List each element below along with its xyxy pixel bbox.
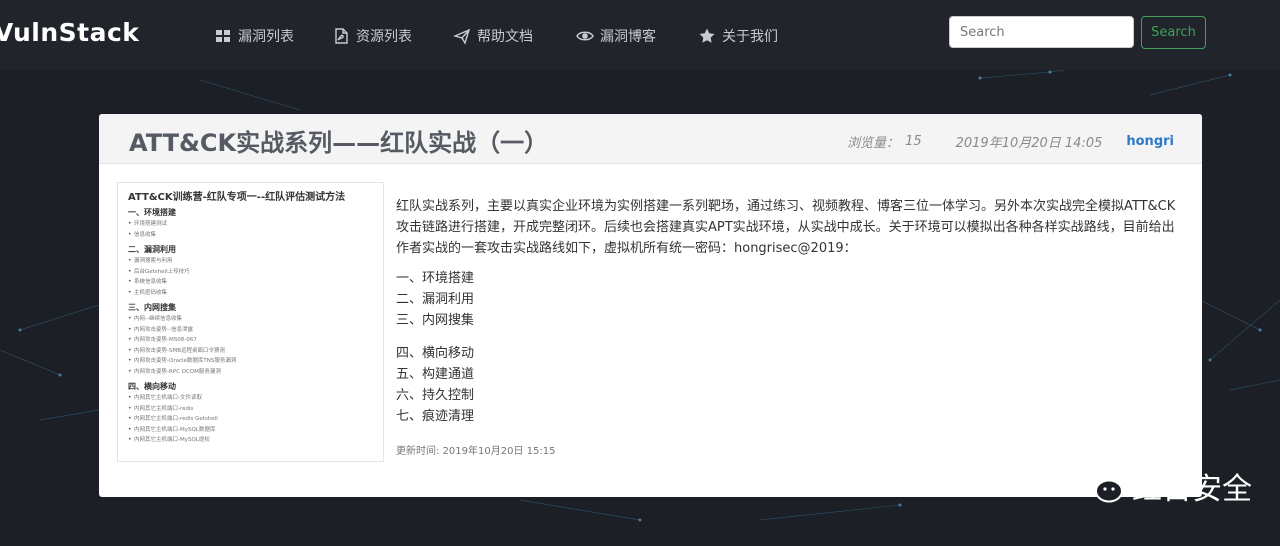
nav-item-vuln-blog[interactable]: 漏洞博客: [576, 25, 656, 47]
nav-item-about-us[interactable]: 关于我们: [698, 25, 778, 47]
file-pdf-icon: [335, 28, 348, 44]
outline-item: 三、内网搜集: [396, 313, 475, 328]
outline-item: 一、环境搭建: [396, 271, 475, 286]
star-icon: [699, 28, 715, 43]
nav-item-label: 漏洞列表: [238, 29, 294, 45]
search-button[interactable]: Search: [1141, 16, 1206, 49]
toc-body: 一、环境搭建环境搭建测试信息收集二、漏洞利用漏洞搜索与利用后台Getshell上…: [128, 207, 373, 446]
outline-item: 二、漏洞利用: [396, 292, 475, 307]
toc-title: ATT&CK训练营-红队专项一--红队评估测试方法: [128, 192, 346, 203]
brand-logo[interactable]: VulnStack: [0, 18, 139, 47]
top-navbar: VulnStack 漏洞列表 资源列表 帮助文档 漏洞博客 关于我们 Searc…: [0, 0, 1280, 70]
outline-item: 七、痕迹清理: [396, 409, 475, 424]
updated-time: 更新时间: 2019年10月20日 15:15: [396, 446, 556, 457]
wechat-icon: [1077, 469, 1123, 503]
eye-icon: [576, 31, 594, 41]
toc-item: 后台Getshell上传技巧: [128, 267, 373, 278]
outline-item: 四、横向移动: [396, 346, 475, 361]
outline-group-2: 四、横向移动 五、构建通道 六、持久控制 七、痕迹清理: [396, 343, 1176, 427]
nav-item-resource-list[interactable]: 资源列表: [332, 25, 412, 47]
post-meta: 浏览量： 15 2019年10月20日 14:05 hongri: [847, 132, 1174, 151]
toc-item: 漏洞搜索与利用: [128, 256, 373, 267]
toc-item: 内网攻击姿势-SMB远程桌面口令猜测: [128, 346, 373, 357]
toc-section-heading: 一、环境搭建: [128, 208, 176, 217]
nav-item-label: 帮助文档: [477, 29, 533, 45]
outline-item: 六、持久控制: [396, 388, 475, 403]
nav-item-label: 资源列表: [356, 29, 412, 45]
toc-item: 内网其它主机端口-redis: [128, 404, 373, 415]
nav-item-help-docs[interactable]: 帮助文档: [453, 25, 533, 47]
toc-item: 内网攻击姿势-MS08-067: [128, 335, 373, 346]
toc-section-heading: 四、横向移动: [128, 382, 176, 391]
post-header: ATT&CK实战系列——红队实战（一） 浏览量： 15 2019年10月20日 …: [99, 114, 1202, 164]
views-count: 15: [905, 134, 922, 149]
toc-item: 内网其它主机端口-MySQL提权: [128, 435, 373, 446]
nav-item-vuln-list[interactable]: 漏洞列表: [214, 25, 294, 47]
post-intro: 红队实战系列，主要以真实企业环境为实例搭建一系列靶场，通过练习、视频教程、博客三…: [396, 199, 1176, 256]
toc-item: 内网攻击姿势--信息泄露: [128, 325, 373, 336]
nav-item-label: 漏洞博客: [600, 29, 656, 45]
grid-icon: [216, 30, 230, 42]
search-input[interactable]: [949, 16, 1134, 48]
post-title: ATT&CK实战系列——红队实战（一）: [129, 129, 549, 157]
post-date: 2019年10月20日 14:05: [955, 136, 1103, 151]
toc-item: 内网其它主机端口-文件读取: [128, 393, 373, 404]
paper-plane-icon: [453, 28, 471, 45]
toc-image[interactable]: ATT&CK训练营-红队专项一--红队评估测试方法 一、环境搭建环境搭建测试信息…: [117, 182, 384, 462]
post-card: ATT&CK实战系列——红队实战（一） 浏览量： 15 2019年10月20日 …: [99, 114, 1202, 497]
toc-item: 主机密码收集: [128, 288, 373, 299]
toc-item: 环境搭建测试: [128, 219, 373, 230]
toc-item: 内网攻击姿势-Oracle数据库TNS服务漏洞: [128, 356, 373, 367]
toc-item: 内网--继续信息收集: [128, 314, 373, 325]
toc-section-heading: 二、漏洞利用: [128, 245, 176, 254]
toc-item: 内网其它主机端口-MySQL数据库: [128, 425, 373, 436]
watermark: 红日安全: [1074, 464, 1252, 508]
author-link[interactable]: hongri: [1126, 134, 1174, 149]
post-content: 红队实战系列，主要以真实企业环境为实例搭建一系列靶场，通过练习、视频教程、博客三…: [396, 196, 1176, 457]
views-label: 浏览量：: [847, 136, 900, 151]
toc-item: 内网其它主机端口-redis Getshell: [128, 414, 373, 425]
toc-item: 系统信息收集: [128, 277, 373, 288]
outline-group-1: 一、环境搭建 二、漏洞利用 三、内网搜集: [396, 268, 1176, 331]
watermark-text: 红日安全: [1132, 472, 1252, 507]
outline-item: 五、构建通道: [396, 367, 475, 382]
toc-item: 内网攻击姿势-RPC DCOM服务漏洞: [128, 367, 373, 378]
nav-item-label: 关于我们: [722, 29, 778, 45]
toc-section-heading: 三、内网搜集: [128, 303, 176, 312]
toc-item: 信息收集: [128, 230, 373, 241]
